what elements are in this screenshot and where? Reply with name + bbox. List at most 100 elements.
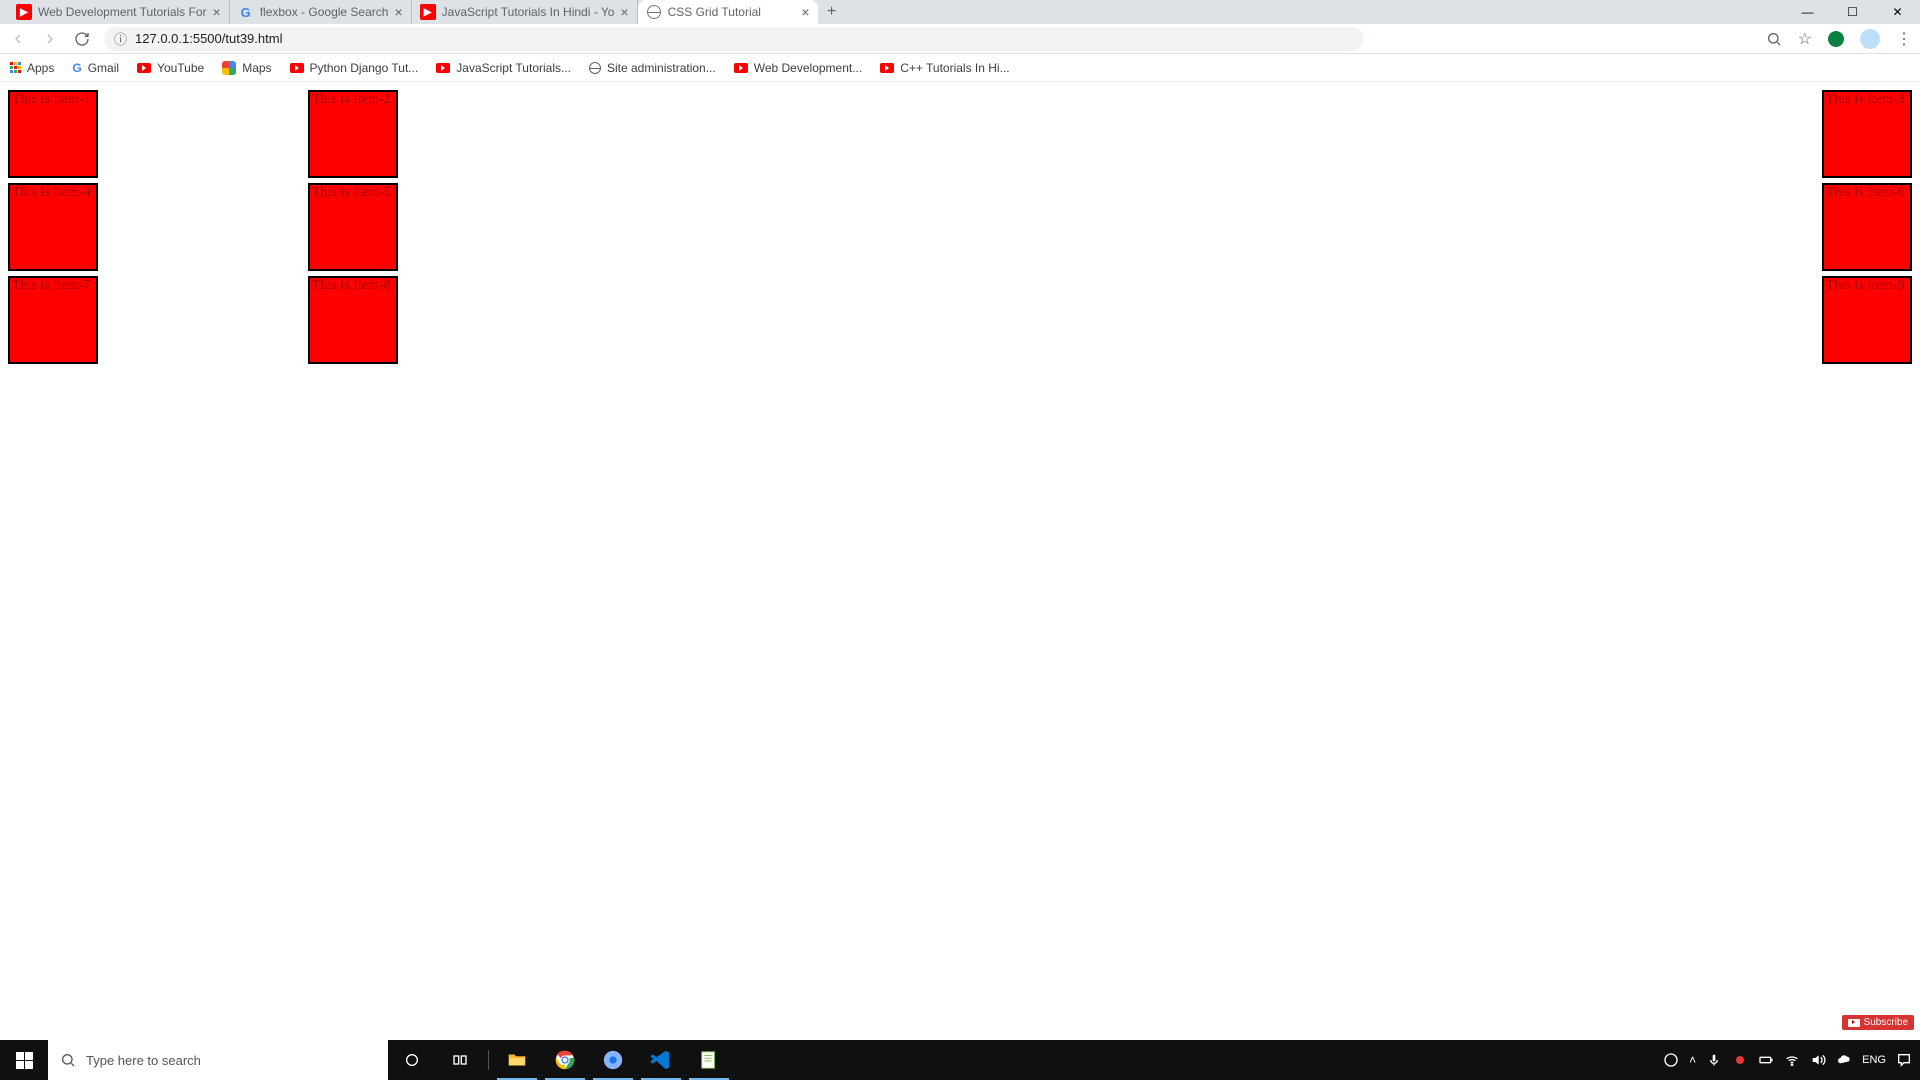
tab-strip: ▶ Web Development Tutorials For × G flex… — [0, 0, 1920, 24]
bookmark-youtube[interactable]: YouTube — [137, 61, 204, 75]
maximize-button[interactable]: ☐ — [1830, 0, 1875, 24]
bookmark-label: Maps — [242, 61, 271, 75]
bookmark-apps[interactable]: Apps — [10, 61, 54, 75]
close-icon[interactable]: × — [620, 4, 628, 20]
taskbar-separator — [488, 1050, 489, 1070]
battery-icon[interactable] — [1758, 1052, 1774, 1068]
system-tray: ˄ ENG — [1655, 1040, 1920, 1080]
bookmark-web-dev[interactable]: Web Development... — [734, 61, 863, 75]
youtube-icon — [734, 63, 748, 73]
action-center-icon[interactable] — [1896, 1052, 1912, 1068]
meet-now-icon[interactable] — [1663, 1052, 1679, 1068]
chrome-window: ▶ Web Development Tutorials For × G flex… — [0, 0, 1920, 1080]
minimize-button[interactable]: — — [1785, 0, 1830, 24]
record-icon[interactable] — [1732, 1052, 1748, 1068]
bookmark-python-django[interactable]: Python Django Tut... — [290, 61, 419, 75]
grid-item-6: This is Item-6 — [1822, 183, 1912, 271]
bookmark-star-icon[interactable]: ☆ — [1798, 29, 1812, 49]
new-tab-button[interactable]: + — [818, 0, 846, 24]
youtube-icon: ▶ — [420, 4, 436, 20]
language-indicator[interactable]: ENG — [1862, 1054, 1886, 1066]
site-info-icon[interactable]: ⓘ — [114, 29, 127, 48]
bookmark-label: C++ Tutorials In Hi... — [900, 61, 1009, 75]
profile-avatar[interactable] — [1860, 29, 1880, 49]
grid-item-4: This is Item-4 — [8, 183, 98, 271]
bookmark-label: YouTube — [157, 61, 204, 75]
close-window-button[interactable]: ✕ — [1875, 0, 1920, 24]
grid-item-9: This is Item-9 — [1822, 276, 1912, 364]
bookmarks-bar: Apps G Gmail YouTube Maps Python Django … — [0, 54, 1920, 82]
menu-icon[interactable]: ⋮ — [1896, 29, 1912, 49]
bookmark-label: JavaScript Tutorials... — [456, 61, 571, 75]
bookmark-site-admin[interactable]: Site administration... — [589, 61, 716, 75]
bookmark-label: Python Django Tut... — [310, 61, 419, 75]
close-icon[interactable]: × — [801, 4, 809, 20]
tab-3[interactable]: ▶ JavaScript Tutorials In Hindi - Yo × — [412, 0, 638, 24]
vscode-app[interactable] — [637, 1040, 685, 1080]
bookmark-maps[interactable]: Maps — [222, 61, 271, 75]
microphone-icon[interactable] — [1706, 1052, 1722, 1068]
subscribe-label: Subscribe — [1864, 1017, 1908, 1028]
cortana-button[interactable] — [388, 1040, 436, 1080]
forward-button[interactable] — [40, 29, 60, 49]
youtube-icon — [880, 63, 894, 73]
globe-icon — [589, 62, 601, 74]
start-button[interactable] — [0, 1040, 48, 1080]
url-text: 127.0.0.1:5500/tut39.html — [135, 31, 282, 46]
bookmark-gmail[interactable]: G Gmail — [72, 61, 119, 75]
grid-item-7: This is Item-7 — [8, 276, 98, 364]
google-icon: G — [72, 61, 81, 75]
page-viewport: This is Item-1 This is Item-2 This is It… — [0, 82, 1920, 1040]
youtube-icon — [137, 63, 151, 73]
bookmark-cpp[interactable]: C++ Tutorials In Hi... — [880, 61, 1009, 75]
grid-item-1: This is Item-1 — [8, 90, 98, 178]
windows-taskbar: Type here to search — [0, 1040, 1920, 1080]
css-grid-container: This is Item-1 This is Item-2 This is It… — [8, 90, 1912, 364]
bookmark-label: Apps — [27, 61, 54, 75]
subscribe-overlay[interactable]: Subscribe — [1842, 1015, 1914, 1030]
search-placeholder: Type here to search — [86, 1053, 201, 1068]
wifi-icon[interactable] — [1784, 1052, 1800, 1068]
bookmark-javascript[interactable]: JavaScript Tutorials... — [436, 61, 571, 75]
extension-icon[interactable] — [1828, 31, 1844, 47]
google-icon: G — [238, 4, 254, 20]
bookmark-label: Site administration... — [607, 61, 716, 75]
chrome-app[interactable] — [541, 1040, 589, 1080]
tab-title: CSS Grid Tutorial — [668, 5, 796, 19]
tab-2[interactable]: G flexbox - Google Search × — [230, 0, 412, 24]
back-button[interactable] — [8, 29, 28, 49]
reload-button[interactable] — [72, 29, 92, 49]
tab-title: Web Development Tutorials For — [38, 5, 207, 19]
close-icon[interactable]: × — [394, 4, 402, 20]
zoom-icon[interactable] — [1766, 31, 1782, 47]
volume-icon[interactable] — [1810, 1052, 1826, 1068]
youtube-icon — [1848, 1019, 1860, 1027]
taskbar-search[interactable]: Type here to search — [48, 1040, 388, 1080]
youtube-icon — [436, 63, 450, 73]
tab-4-active[interactable]: CSS Grid Tutorial × — [638, 0, 818, 24]
grid-item-3: This is Item-3 — [1822, 90, 1912, 178]
chrome-canary-app[interactable] — [589, 1040, 637, 1080]
task-view-button[interactable] — [436, 1040, 484, 1080]
close-icon[interactable]: × — [213, 4, 221, 20]
notepad-app[interactable] — [685, 1040, 733, 1080]
tray-chevron-icon[interactable]: ˄ — [1689, 1053, 1696, 1067]
address-bar[interactable]: ⓘ 127.0.0.1:5500/tut39.html — [104, 27, 1364, 51]
globe-icon — [646, 4, 662, 20]
toolbar-right: ☆ ⋮ — [1766, 29, 1912, 49]
grid-item-8: This is Item-8 — [308, 276, 398, 364]
file-explorer-app[interactable] — [493, 1040, 541, 1080]
youtube-icon — [290, 63, 304, 73]
youtube-icon: ▶ — [16, 4, 32, 20]
apps-icon — [10, 62, 21, 73]
search-icon — [60, 1052, 76, 1068]
tab-1[interactable]: ▶ Web Development Tutorials For × — [8, 0, 230, 24]
bookmark-label: Gmail — [88, 61, 119, 75]
bookmark-label: Web Development... — [754, 61, 863, 75]
tab-title: flexbox - Google Search — [260, 5, 389, 19]
task-icons — [388, 1040, 733, 1080]
grid-item-2: This is Item-2 — [308, 90, 398, 178]
toolbar: ⓘ 127.0.0.1:5500/tut39.html ☆ ⋮ — [0, 24, 1920, 54]
onedrive-icon[interactable] — [1836, 1052, 1852, 1068]
tab-title: JavaScript Tutorials In Hindi - Yo — [442, 5, 615, 19]
